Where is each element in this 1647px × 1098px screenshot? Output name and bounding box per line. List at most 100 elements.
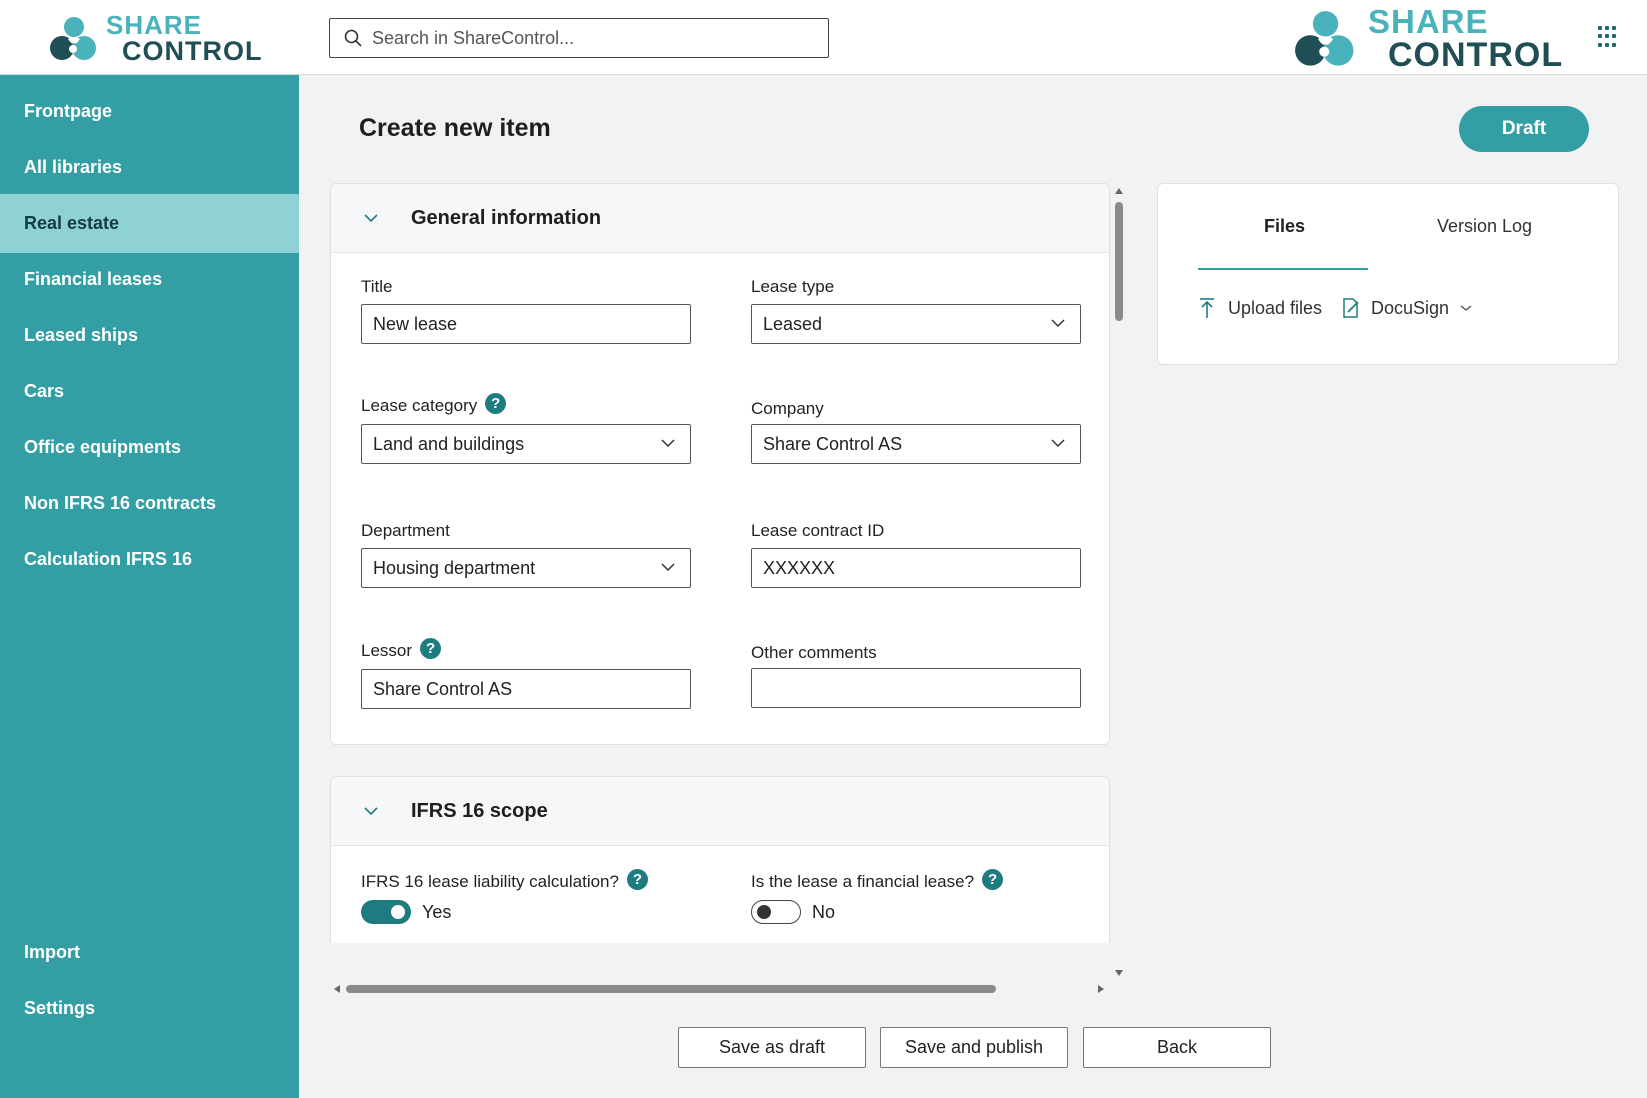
general-information-section: General information Title Lease type Lea… (330, 183, 1110, 745)
lessor-input[interactable] (361, 669, 691, 709)
form-scroll-area: General information Title Lease type Lea… (330, 183, 1110, 943)
chevron-down-icon (661, 439, 675, 448)
department-select[interactable]: Housing department (361, 548, 691, 588)
scroll-up-icon[interactable] (1112, 186, 1126, 196)
lease-type-select[interactable]: Leased (751, 304, 1081, 344)
upload-files-button[interactable]: Upload files (1198, 297, 1322, 319)
other-comments-input[interactable] (751, 668, 1081, 708)
title-field: Title (361, 275, 691, 344)
sidebar-item-import[interactable]: Import (0, 923, 299, 982)
sidebar-item-leased-ships[interactable]: Leased ships (0, 306, 299, 365)
sidebar-item-cars[interactable]: Cars (0, 362, 299, 421)
logo-line-1: SHARE (1368, 3, 1489, 40)
chevron-down-icon (661, 563, 675, 572)
lease-contract-id-field: Lease contract ID (751, 519, 1081, 588)
field-label: IFRS 16 lease liability calculation? ? (361, 868, 691, 894)
field-label: Lessor ? (361, 637, 691, 663)
logo-line-2: CONTROL (122, 36, 263, 66)
help-icon[interactable]: ? (626, 868, 648, 890)
field-label-text: Lessor (361, 641, 413, 660)
active-tab-indicator (1198, 268, 1368, 270)
department-field: Department Housing department (361, 519, 691, 588)
sidebar-item-financial-leases[interactable]: Financial leases (0, 250, 299, 309)
field-label: Department (361, 521, 450, 540)
draft-status-button[interactable]: Draft (1459, 106, 1589, 152)
save-as-draft-button[interactable]: Save as draft (678, 1027, 866, 1068)
financial-lease-toggle-row: No (751, 900, 835, 924)
sidebar-item-office-equipments[interactable]: Office equipments (0, 418, 299, 477)
sidebar-item-all-libraries[interactable]: All libraries (0, 138, 299, 197)
section-title: IFRS 16 scope (411, 799, 548, 822)
chevron-down-icon[interactable] (361, 213, 381, 223)
title-input[interactable] (361, 304, 691, 344)
logo-line-2: CONTROL (1388, 36, 1564, 74)
logo-mark-icon (50, 16, 96, 60)
field-label: Title (361, 277, 393, 296)
field-label-text: Is the lease a financial lease? (751, 872, 975, 891)
selected-value: Land and buildings (373, 433, 525, 454)
field-label: Lease type (751, 277, 835, 296)
help-icon[interactable]: ? (420, 637, 442, 659)
ifrs-16-scope-section: IFRS 16 scope IFRS 16 lease liability ca… (330, 776, 1110, 943)
scroll-left-icon[interactable] (332, 982, 342, 996)
help-icon[interactable]: ? (485, 392, 507, 414)
sidebar-item-frontpage[interactable]: Frontpage (0, 82, 299, 141)
upload-files-label: Upload files (1228, 297, 1323, 318)
company-field: Company Share Control AS (751, 397, 1081, 464)
sidebar: Frontpage All libraries Real estate Fina… (0, 75, 299, 1098)
tab-files[interactable]: Files (1264, 216, 1305, 237)
chevron-down-icon (1460, 305, 1472, 311)
help-icon[interactable]: ? (982, 868, 1004, 890)
sharecontrol-logo[interactable]: SHARE CONTROL (46, 12, 262, 65)
financial-lease-field: Is the lease a financial lease? ? (751, 868, 1081, 894)
document-sign-icon (1343, 298, 1359, 318)
field-label: Lease contract ID (751, 521, 885, 540)
ifrs-liability-toggle-row: Yes (361, 900, 451, 924)
toggle-state-label: Yes (422, 901, 452, 922)
form-horizontal-scrollbar[interactable] (330, 982, 1110, 996)
save-and-publish-button[interactable]: Save and publish (880, 1027, 1068, 1068)
back-button[interactable]: Back (1083, 1027, 1271, 1068)
tab-version-log[interactable]: Version Log (1437, 216, 1532, 237)
other-comments-field: Other comments (751, 641, 1081, 708)
docusign-label: DocuSign (1371, 297, 1450, 318)
general-information-header[interactable]: General information (331, 184, 1109, 253)
page-title: Create new item (359, 114, 551, 142)
ifrs-liability-field: IFRS 16 lease liability calculation? ? (361, 868, 691, 894)
ifrs-liability-toggle[interactable] (361, 900, 411, 924)
lease-category-select[interactable]: Land and buildings (361, 424, 691, 464)
field-label: Is the lease a financial lease? ? (751, 868, 1081, 894)
company-select[interactable]: Share Control AS (751, 424, 1081, 464)
selected-value: Share Control AS (763, 433, 903, 454)
toggle-state-label: No (812, 901, 836, 922)
sidebar-item-settings[interactable]: Settings (0, 979, 299, 1038)
scroll-thumb[interactable] (346, 985, 996, 993)
chevron-down-icon (1051, 439, 1065, 448)
chevron-down-icon[interactable] (361, 806, 381, 816)
field-label-text: IFRS 16 lease liability calculation? (361, 872, 619, 891)
docusign-button[interactable]: DocuSign (1341, 297, 1473, 319)
financial-lease-toggle[interactable] (751, 900, 801, 924)
lease-category-field: Lease category ? Land and buildings (361, 392, 691, 464)
scroll-down-icon[interactable] (1112, 968, 1126, 978)
sidebar-item-calculation-ifrs-16[interactable]: Calculation IFRS 16 (0, 530, 299, 589)
section-title: General information (411, 206, 602, 229)
field-label: Company (751, 399, 824, 418)
search-input[interactable] (372, 27, 812, 49)
lessor-field: Lessor ? (361, 637, 691, 709)
selected-value: Housing department (373, 557, 536, 578)
field-label-text: Lease category (361, 396, 478, 415)
search-box[interactable] (329, 18, 829, 58)
field-label: Lease category ? (361, 392, 691, 418)
app-launcher-icon[interactable] (1598, 26, 1620, 48)
sidebar-item-real-estate[interactable]: Real estate (0, 194, 299, 253)
form-vertical-scrollbar[interactable] (1112, 183, 1126, 983)
files-panel: Files Version Log Upload files DocuSign (1157, 183, 1619, 365)
scroll-right-icon[interactable] (1096, 982, 1106, 996)
lease-contract-id-input[interactable] (751, 548, 1081, 588)
scroll-thumb[interactable] (1115, 202, 1123, 321)
sidebar-item-non-ifrs-16-contracts[interactable]: Non IFRS 16 contracts (0, 474, 299, 533)
logo-line-1: SHARE (106, 10, 203, 40)
selected-value: Leased (763, 313, 823, 334)
ifrs-16-scope-header[interactable]: IFRS 16 scope (331, 777, 1109, 846)
